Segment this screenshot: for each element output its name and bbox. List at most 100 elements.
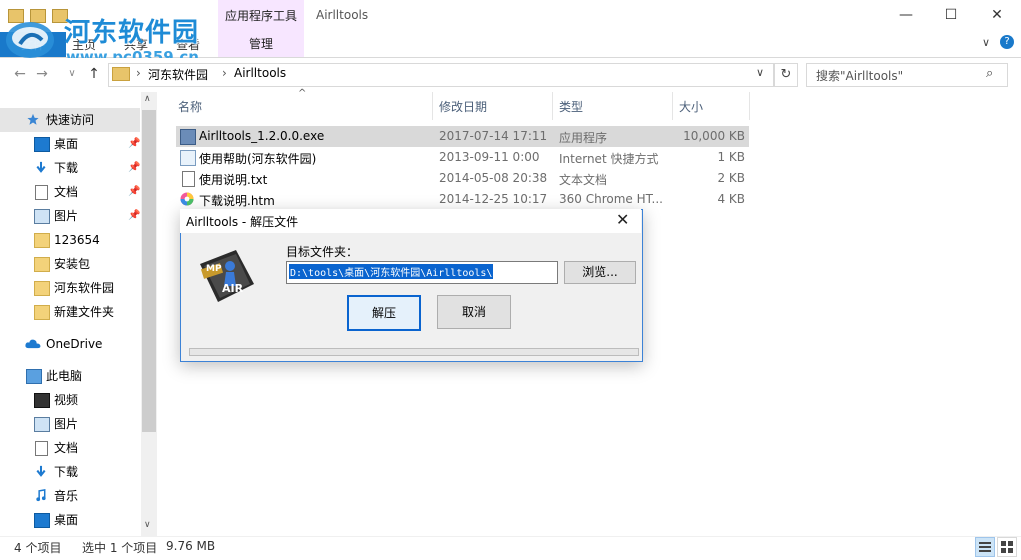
dialog-close-button[interactable]: ✕	[616, 210, 629, 229]
minimize-button[interactable]: —	[883, 0, 929, 32]
up-button[interactable]: ↑	[84, 64, 104, 84]
logo-text: AIR	[222, 282, 244, 295]
maximize-button[interactable]: ☐	[928, 0, 974, 32]
nav-this-pc[interactable]: 此电脑	[0, 364, 140, 388]
desktop-icon	[34, 137, 50, 152]
folder-icon	[34, 305, 50, 320]
nav-label: OneDrive	[46, 337, 103, 351]
large-icons-view-icon	[1001, 541, 1013, 553]
table-row[interactable]: 下载说明.htm 2014-12-25 10:17 360 Chrome HT.…	[176, 189, 749, 210]
window-title: Airlltools	[316, 8, 369, 22]
text-file-icon	[182, 171, 195, 187]
column-divider[interactable]	[672, 92, 673, 120]
breadcrumb-item[interactable]: 河东软件园	[148, 66, 208, 83]
target-folder-label: 目标文件夹：	[286, 245, 359, 259]
file-name: 使用帮助(河东软件园)	[199, 152, 317, 166]
sort-arrow-icon: ^	[298, 88, 307, 99]
watermark-logo-icon	[6, 22, 54, 58]
computer-icon	[26, 369, 42, 384]
close-button[interactable]: ✕	[974, 0, 1020, 32]
tab-manage[interactable]: 管理	[218, 32, 304, 58]
search-icon[interactable]: ⌕	[986, 66, 993, 81]
search-placeholder: 搜索"Airlltools"	[816, 69, 904, 83]
nav-quick-access[interactable]: 快速访问	[0, 108, 140, 132]
nav-item-folder[interactable]: 河东软件园	[0, 276, 140, 300]
scroll-up-button[interactable]: ∧	[144, 94, 151, 104]
nav-label: 快速访问	[46, 113, 95, 127]
browser-file-icon	[180, 192, 194, 206]
table-row[interactable]: 使用说明.txt 2014-05-08 20:38 文本文档 2 KB	[176, 168, 749, 189]
table-row[interactable]: Airlltools_1.2.0.0.exe 2017-07-14 17:11 …	[176, 126, 749, 147]
browse-button[interactable]: 浏览...	[564, 261, 636, 284]
extract-button[interactable]: 解压	[347, 295, 421, 331]
cloud-icon	[25, 339, 41, 349]
breadcrumb-item[interactable]: Airlltools	[234, 66, 286, 80]
file-name: 使用说明.txt	[199, 173, 268, 187]
file-date: 2013-09-11 0:00	[439, 150, 540, 164]
breadcrumb-separator: ›	[222, 66, 227, 80]
scroll-down-button[interactable]: ∨	[144, 520, 151, 530]
selection-size: 9.76 MB	[166, 539, 216, 553]
nav-label: 桌面	[54, 513, 79, 527]
nav-item-desktop[interactable]: 桌面 📌	[0, 132, 140, 156]
nav-item-music[interactable]: 音乐	[0, 484, 140, 508]
recent-locations-button[interactable]: ∨	[62, 64, 82, 84]
nav-item-folder[interactable]: 新建文件夹	[0, 300, 140, 324]
column-header-type[interactable]: 类型	[559, 98, 583, 115]
file-date: 2017-07-14 17:11	[439, 129, 548, 143]
help-button[interactable]: ?	[1000, 35, 1014, 49]
nav-item-folder[interactable]: 123654	[0, 228, 140, 252]
column-divider[interactable]	[432, 92, 433, 120]
extract-progress-bar	[189, 348, 639, 356]
nav-item-downloads[interactable]: 下载	[0, 460, 140, 484]
collapse-ribbon-button[interactable]: ∨	[982, 36, 990, 49]
file-name: 下载说明.htm	[199, 194, 275, 208]
column-header-name[interactable]: 名称	[178, 98, 202, 115]
target-folder-value: D:\tools\桌面\河东软件园\Airlltools\	[289, 264, 494, 279]
nav-item-videos[interactable]: 视频	[0, 388, 140, 412]
pin-icon: 📌	[128, 210, 141, 221]
nav-label: 新建文件夹	[54, 305, 115, 319]
nav-label: 下载	[54, 465, 79, 479]
music-icon	[36, 489, 46, 502]
address-dropdown-button[interactable]: ∨	[756, 66, 764, 79]
column-header-date[interactable]: 修改日期	[439, 98, 487, 115]
column-divider[interactable]	[749, 92, 750, 120]
column-header-size[interactable]: 大小	[679, 98, 703, 115]
cancel-button[interactable]: 取消	[437, 295, 511, 329]
folder-icon	[34, 281, 50, 296]
nav-item-documents[interactable]: 文档 📌	[0, 180, 140, 204]
refresh-button[interactable]: ↻	[774, 63, 798, 87]
nav-item-pictures[interactable]: 图片	[0, 412, 140, 436]
document-icon	[35, 185, 48, 200]
pin-icon: 📌	[128, 162, 141, 173]
nav-item-documents[interactable]: 文档	[0, 436, 140, 460]
context-tab-group-label: 应用程序工具	[218, 0, 304, 32]
nav-label: 桌面	[54, 137, 79, 151]
nav-item-downloads[interactable]: 下载 📌	[0, 156, 140, 180]
file-date: 2014-05-08 20:38	[439, 171, 548, 185]
nav-onedrive[interactable]: OneDrive	[0, 332, 140, 356]
pin-icon: 📌	[128, 186, 141, 197]
shortcut-file-icon	[180, 150, 196, 166]
selection-count: 选中 1 个项目	[82, 541, 158, 555]
watermark-site-name: 河东软件园	[64, 18, 200, 48]
forward-button[interactable]: →	[32, 64, 52, 84]
column-divider[interactable]	[552, 92, 553, 120]
nav-label: 123654	[54, 233, 100, 247]
nav-scrollbar-thumb[interactable]	[142, 110, 156, 432]
nav-item-folder[interactable]: 安装包	[0, 252, 140, 276]
back-button[interactable]: ←	[10, 64, 30, 84]
exe-file-icon	[180, 129, 196, 145]
table-row[interactable]: 使用帮助(河东软件园) 2013-09-11 0:00 Internet 快捷方…	[176, 147, 749, 168]
file-type: 文本文档	[559, 173, 608, 187]
details-view-button[interactable]	[975, 537, 995, 557]
picture-icon	[34, 209, 50, 224]
nav-item-desktop[interactable]: 桌面	[0, 508, 140, 532]
dialog-title: Airlltools - 解压文件	[186, 215, 299, 229]
large-icons-view-button[interactable]	[997, 537, 1017, 557]
nav-item-pictures[interactable]: 图片 📌	[0, 204, 140, 228]
nav-label: 下载	[54, 161, 79, 175]
file-name: Airlltools_1.2.0.0.exe	[199, 129, 325, 143]
details-view-icon	[979, 542, 991, 552]
